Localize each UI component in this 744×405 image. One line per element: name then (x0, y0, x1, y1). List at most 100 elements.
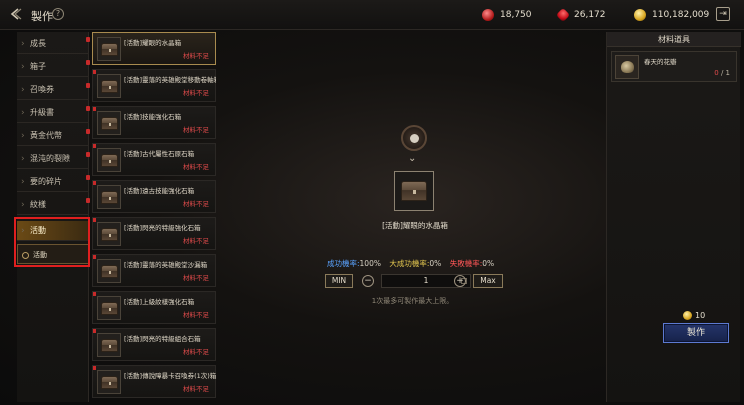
recipe-status: 材料不足 (183, 237, 209, 245)
notification-dot (86, 60, 90, 65)
great-success-rate-label: 大成功機率: (389, 259, 430, 268)
gold-coin-icon (683, 311, 692, 320)
recipe-status: 材料不足 (183, 311, 209, 319)
recipe-status: 材料不足 (183, 89, 209, 97)
category-boxes[interactable]: 箱子 (17, 57, 90, 77)
currency-red-gem: 18,750 (482, 8, 532, 22)
craft-cost: 10 (683, 311, 705, 320)
category-growth[interactable]: 成長 (17, 34, 90, 54)
back-arrow-icon[interactable] (8, 6, 24, 22)
notification-dot (86, 152, 90, 157)
crafting-screen: 製作 ? 18,750 26,172 110,182,009 ⇥ 成長 箱子 召… (0, 0, 744, 405)
chest-icon (401, 181, 427, 201)
chest-icon (97, 74, 121, 98)
help-icon[interactable]: ? (52, 8, 64, 20)
recipe-item[interactable]: [活動]靈落的英雄殿堂沙漏箱 材料不足 (92, 254, 216, 287)
recipe-name: [活動]耀眼的水晶箱 (124, 39, 182, 47)
notification-dot (86, 175, 90, 180)
recipe-status: 材料不足 (183, 348, 209, 356)
recipe-item[interactable]: [活動]上級紋樣強化石箱 材料不足 (92, 291, 216, 324)
notification-dot (93, 292, 96, 296)
probability-row: 成功機率:100% 大成功機率:0% 失敗機率:0% (327, 258, 500, 269)
chest-icon (97, 370, 121, 394)
max-button[interactable]: Max (473, 274, 503, 288)
notification-dot (93, 329, 96, 333)
currency-value: 26,172 (574, 10, 606, 20)
top-bar: 製作 ? 18,750 26,172 110,182,009 ⇥ (0, 0, 744, 30)
notification-dot (86, 198, 90, 203)
selection-highlight-box (14, 217, 90, 267)
recipe-item[interactable]: [活動]遠古技能強化石箱 材料不足 (92, 180, 216, 213)
recipe-name: [活動]閃亮的特級組合石箱 (124, 335, 201, 343)
notification-dot (93, 218, 96, 222)
notification-dot (93, 181, 96, 185)
quantity-value: 1 (423, 276, 429, 285)
recipe-name: [活動]靈落的英雄殿堂沙漏箱 (124, 261, 208, 269)
chest-icon (97, 37, 121, 61)
recipe-name: [活動]傳說障暴卡召喚券(1次)箱 (124, 372, 216, 380)
product-slot[interactable] (394, 171, 434, 211)
flower-petal-icon (615, 55, 639, 79)
category-gold-tokens[interactable]: 黃金代幣 (17, 126, 90, 146)
page-title: 製作 (31, 10, 53, 23)
currency-gold: 110,182,009 (634, 8, 709, 22)
min-button[interactable]: MIN (325, 274, 353, 288)
fail-rate-label: 失敗機率: (449, 259, 483, 268)
minus-button[interactable]: − (362, 275, 374, 287)
materials-panel: 材料道具 春天的花瓣 0 / 1 (606, 32, 741, 402)
recipe-item[interactable]: [活動]傳說障暴卡召喚券(1次)箱 材料不足 (92, 365, 216, 398)
notification-dot (93, 70, 96, 74)
material-name: 春天的花瓣 (644, 58, 677, 66)
materials-header: 材料道具 (607, 32, 741, 47)
chest-icon (97, 148, 121, 172)
category-patterns[interactable]: 紋樣 (17, 195, 90, 215)
gold-coin-icon (634, 9, 646, 21)
recipe-item[interactable]: [活動]耀眼的水晶箱 材料不足 (92, 32, 216, 65)
recipe-name: [活動]上級紋樣強化石箱 (124, 298, 195, 306)
category-summon-tickets[interactable]: 召喚券 (17, 80, 90, 100)
recipe-status: 材料不足 (183, 52, 209, 60)
recipe-name: [活動]古代屬性石原石箱 (124, 150, 195, 158)
currency-value: 18,750 (500, 10, 532, 20)
chest-icon (97, 296, 121, 320)
category-upgrade-books[interactable]: 升級書 (17, 103, 90, 123)
notification-dot (86, 37, 90, 42)
crafting-emblem-icon (401, 125, 427, 151)
material-item[interactable]: 春天的花瓣 0 / 1 (611, 51, 737, 82)
recipe-status: 材料不足 (183, 163, 209, 171)
recipe-name: [活動]閃亮的特級強化石箱 (124, 224, 201, 232)
category-fragments[interactable]: 要的碎片 (17, 172, 90, 192)
exit-icon[interactable]: ⇥ (716, 7, 730, 21)
craft-cost-value: 10 (695, 311, 706, 320)
recipe-status: 材料不足 (183, 274, 209, 282)
success-rate-label: 成功機率: (327, 259, 360, 268)
recipe-item[interactable]: [活動]古代屬性石原石箱 材料不足 (92, 143, 216, 176)
recipe-name: [活動]技能強化石箱 (124, 113, 182, 121)
notification-dot (93, 107, 96, 111)
recipe-item[interactable]: [活動]靈落的英雄殿堂移動卷軸箱 材料不足 (92, 69, 216, 102)
recipe-item[interactable]: [活動]閃亮的特級強化石箱 材料不足 (92, 217, 216, 250)
material-count: 0 / 1 (714, 69, 730, 77)
recipe-item[interactable]: [活動]技能強化石箱 材料不足 (92, 106, 216, 139)
recipe-status: 材料不足 (183, 200, 209, 208)
notification-dot (93, 255, 96, 259)
fail-rate-value: 0% (482, 259, 495, 268)
chevron-down-icon: ⌄ (408, 153, 417, 164)
recipe-item[interactable]: [活動]閃亮的特級組合石箱 材料不足 (92, 328, 216, 361)
craft-button[interactable]: 製作 (663, 323, 729, 343)
notification-dot (86, 83, 90, 88)
currency-value: 110,182,009 (652, 10, 710, 20)
recipe-status: 材料不足 (183, 385, 209, 393)
notification-dot (86, 106, 90, 111)
category-chaos-rift[interactable]: 混沌的裂隙 (17, 149, 90, 169)
chest-icon (97, 185, 121, 209)
notification-dot (93, 144, 96, 148)
great-success-rate-value: 0% (429, 259, 442, 268)
craft-limit-note: 1次最多可製作最大上限。 (371, 297, 454, 305)
chest-icon (97, 259, 121, 283)
chest-icon (97, 222, 121, 246)
success-rate-value: 100% (359, 259, 381, 268)
ruby-icon (555, 7, 571, 23)
notification-dot (86, 129, 90, 134)
plus-button[interactable]: + (454, 275, 466, 287)
